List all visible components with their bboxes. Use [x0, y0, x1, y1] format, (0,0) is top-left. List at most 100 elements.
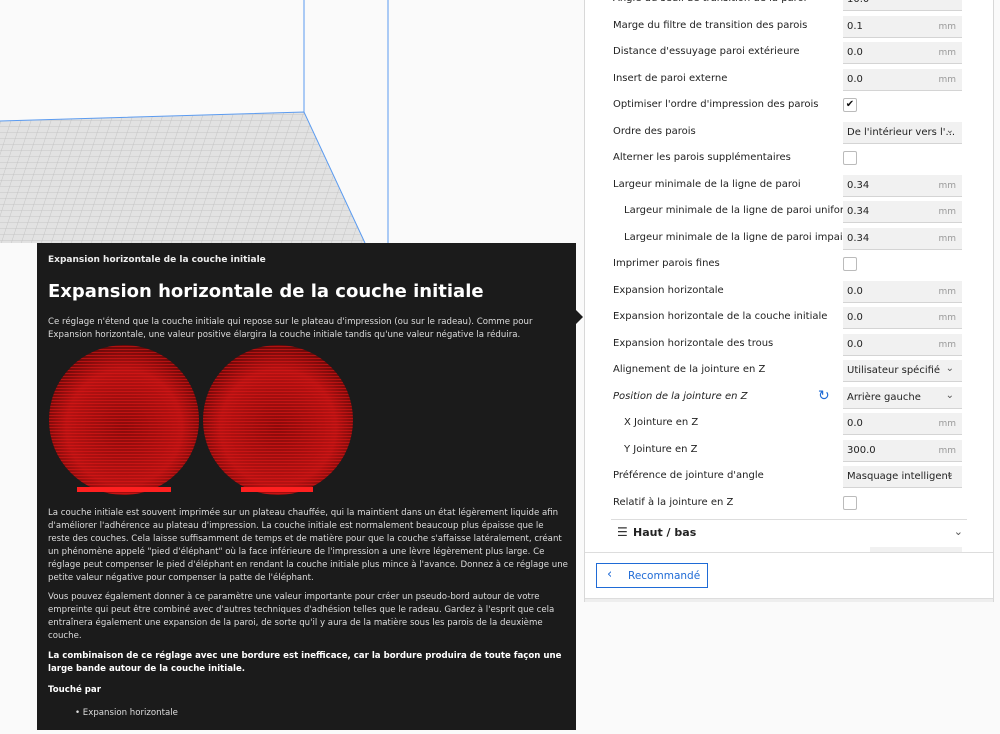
input-value: 0.1	[847, 20, 863, 32]
setting-label: Insert de paroi externe	[613, 72, 728, 84]
setting-input[interactable]: 0.0 mm	[843, 307, 962, 329]
setting-input[interactable]: 300.0 mm	[843, 439, 962, 462]
reset-icon[interactable]: ↻	[818, 388, 830, 404]
setting-row: Optimiser l'ordre d'impression des paroi…	[585, 94, 993, 118]
unit-label: mm	[938, 74, 956, 85]
setting-row: Expansion horizontale 0.0 mm	[585, 280, 993, 304]
input-value: 10.0	[847, 0, 869, 5]
chevron-down-icon: ⌄	[945, 124, 954, 136]
setting-row: Imprimer parois fines	[585, 253, 993, 277]
setting-input[interactable]: 0.0 mm	[843, 42, 962, 64]
input-value: 0.0	[847, 418, 863, 429]
unit-label: mm	[938, 419, 956, 429]
tooltip-affected-title: Touché par	[48, 685, 101, 695]
setting-label: Alterner les parois supplémentaires	[613, 152, 791, 163]
setting-row: Alterner les parois supplémentaires	[585, 147, 993, 171]
input-value: 300.0	[847, 444, 876, 456]
tooltip-affected-item: • Expansion horizontale	[75, 708, 178, 718]
tooltip-title: Expansion horizontale de la couche initi…	[48, 281, 484, 302]
input-value: 0.0	[847, 312, 863, 323]
input-value: 0.0	[847, 47, 863, 58]
setting-row: Expansion horizontale de la couche initi…	[585, 306, 993, 330]
setting-checkbox[interactable]: ✔	[843, 98, 857, 112]
setting-label: Distance d'essuyage paroi extérieure	[613, 46, 800, 57]
unit-label: mm	[938, 207, 956, 217]
setting-row: Marge du filtre de transition des parois…	[585, 15, 993, 39]
setting-label: Relatif à la jointure en Z	[613, 496, 734, 508]
setting-row: Ordre des parois De l'intérieur vers l'..…	[585, 121, 993, 145]
setting-checkbox[interactable]	[843, 495, 857, 510]
unit-label: mm	[938, 180, 956, 191]
setting-input[interactable]: 0.34 mm	[843, 227, 962, 250]
tooltip-intro: Ce réglage n'étend que la couche initial…	[48, 317, 533, 340]
select-value: Utilisateur spécifié	[847, 365, 941, 376]
select-value: De l'intérieur vers l'...	[847, 126, 956, 138]
chevron-down-icon: ⌄	[945, 363, 954, 374]
input-value: 0.34	[847, 206, 870, 217]
setting-select[interactable]: Masquage intelligent ⌄	[843, 466, 962, 488]
unit-label: mm	[938, 286, 956, 297]
setting-row: Distance d'essuyage paroi extérieure 0.0 m…	[585, 41, 993, 65]
setting-label: Angle du seuil de transition de la paroi	[613, 0, 806, 4]
setting-label: Largeur minimale de la ligne de paroi im…	[624, 231, 853, 243]
unit-label: °	[951, 0, 957, 5]
section-label: Haut / bas	[633, 526, 697, 539]
unit-label: mm	[938, 445, 956, 456]
tooltip-warning: La combinaison de ce réglage avec une bo…	[48, 651, 562, 674]
input-value: 0.0	[847, 338, 863, 350]
setting-label: X Jointure en Z	[624, 417, 699, 428]
sphere-after	[203, 345, 353, 495]
setting-tooltip: Expansion horizontale de la couche initi…	[37, 243, 583, 730]
setting-label: Expansion horizontale des trous	[613, 337, 774, 349]
setting-label: Largeur minimale de la ligne de paroi	[613, 178, 801, 190]
setting-label: Expansion horizontale de la couche initi…	[613, 311, 828, 322]
print-settings-panel: Angle du seuil de transition de la paroi…	[584, 0, 994, 602]
resize-handle[interactable]	[585, 598, 993, 602]
setting-label: Y Jointure en Z	[624, 443, 698, 455]
chevron-left-icon: ‹	[607, 567, 613, 582]
setting-row: Y Jointure en Z 300.0 mm	[585, 439, 993, 463]
setting-label: Imprimer parois fines	[613, 258, 720, 269]
unit-label: mm	[938, 339, 956, 350]
setting-select[interactable]: Arrière gauche ⌄	[843, 386, 962, 409]
setting-label: Position de la jointure en Z	[613, 390, 748, 402]
recommended-button[interactable]: ‹ Recommandé	[596, 563, 708, 588]
setting-input[interactable]: 0.0 mm	[843, 413, 962, 435]
unit-label: mm	[938, 313, 956, 323]
setting-input[interactable]: 10.0 °	[843, 0, 962, 11]
setting-input[interactable]: 0.1 mm	[843, 15, 962, 38]
recommended-label: Recommandé	[628, 570, 701, 582]
setting-select[interactable]: Utilisateur spécifié ⌄	[843, 360, 962, 382]
chevron-down-icon: ⌄	[945, 389, 954, 401]
setting-checkbox[interactable]	[843, 151, 857, 165]
divider	[585, 552, 993, 553]
tooltip-arrow	[576, 310, 583, 324]
unit-label: mm	[938, 21, 956, 32]
setting-input[interactable]: 0.0 mm	[843, 280, 962, 303]
tooltip-paragraph: La couche initiale est souvent imprimée …	[48, 508, 568, 583]
setting-row: Insert de paroi externe 0.0 mm	[585, 68, 993, 92]
setting-label: Préférence de jointure d'angle	[613, 470, 764, 481]
setting-row: Largeur minimale de la ligne de paroi un…	[585, 200, 993, 224]
tooltip-paragraph: Vous pouvez également donner à ce paramè…	[48, 592, 555, 641]
setting-label: Largeur minimale de la ligne de paroi un…	[624, 205, 860, 216]
input-value: 0.0	[847, 285, 863, 297]
setting-input[interactable]: 0.34 mm	[843, 201, 962, 223]
setting-select[interactable]: De l'intérieur vers l'... ⌄	[843, 121, 962, 144]
setting-input[interactable]: 0.34 mm	[843, 174, 962, 197]
unit-label: mm	[938, 233, 956, 244]
setting-label: Ordre des parois	[613, 125, 696, 137]
input-value: 0.0	[847, 73, 863, 85]
unit-label: mm	[938, 48, 956, 58]
setting-row: Largeur minimale de la ligne de paroi im…	[585, 227, 993, 251]
setting-input[interactable]: 0.0 mm	[843, 333, 962, 356]
select-value: Masquage intelligent	[847, 471, 952, 482]
setting-checkbox[interactable]	[843, 257, 857, 271]
divider	[611, 519, 967, 520]
setting-input[interactable]: 0.0 mm	[843, 68, 962, 91]
section-top-bottom[interactable]: ☰ Haut / bas ⌄	[611, 522, 967, 546]
setting-row: Largeur minimale de la ligne de paroi 0.3…	[585, 174, 993, 198]
top-bottom-icon: ☰	[617, 525, 628, 539]
setting-label: Marge du filtre de transition des parois	[613, 19, 808, 31]
setting-row: Relatif à la jointure en Z	[585, 492, 993, 516]
